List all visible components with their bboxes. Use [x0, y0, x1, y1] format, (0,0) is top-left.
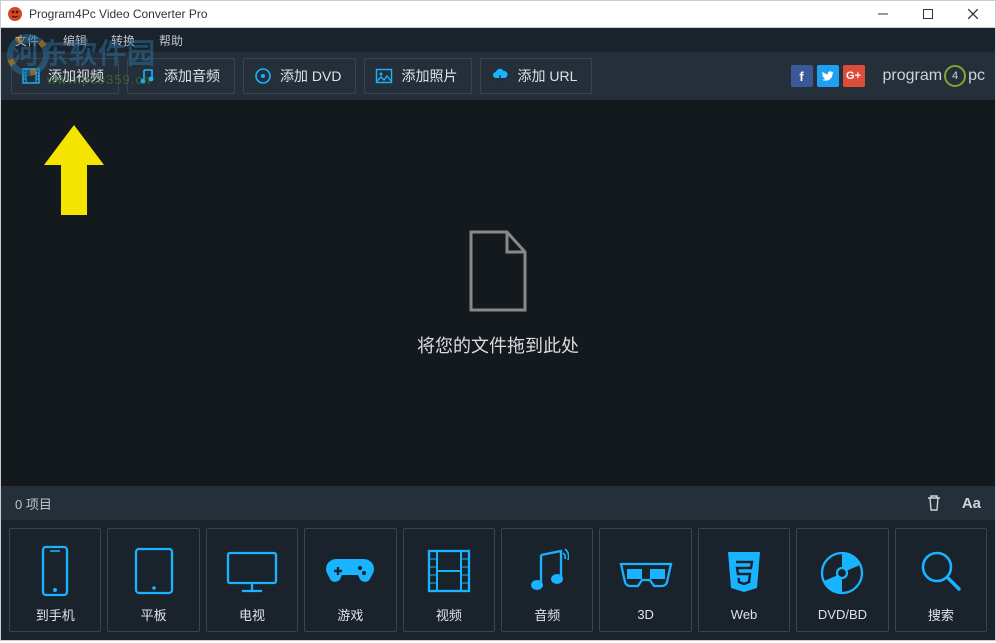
category-tv[interactable]: 电视: [206, 528, 298, 632]
category-3d[interactable]: 3D: [599, 528, 691, 632]
category-label: 3D: [637, 607, 654, 622]
hint-arrow-icon: [39, 120, 109, 225]
film-strip-icon: [425, 541, 473, 601]
category-audio[interactable]: 音频: [501, 528, 593, 632]
category-video[interactable]: 视频: [403, 528, 495, 632]
window-title: Program4Pc Video Converter Pro: [29, 7, 208, 21]
twitter-icon[interactable]: [817, 65, 839, 87]
categories: 到手机 平板 电视 游戏 视频: [1, 520, 995, 640]
google-plus-icon[interactable]: G+: [843, 65, 865, 87]
brand-pre: program: [883, 67, 943, 85]
delete-button[interactable]: [926, 494, 942, 512]
titlebar: Program4Pc Video Converter Pro: [0, 0, 996, 28]
category-tablet[interactable]: 平板: [107, 528, 199, 632]
html5-icon: [722, 543, 766, 603]
tablet-icon: [130, 541, 178, 601]
add-video-label: 添加视频: [48, 66, 104, 86]
category-label: 视频: [436, 605, 462, 624]
app-icon: [7, 6, 23, 22]
add-audio-label: 添加音频: [164, 66, 220, 86]
maximize-button[interactable]: [905, 1, 950, 27]
category-game[interactable]: 游戏: [304, 528, 396, 632]
category-label: Web: [731, 607, 758, 622]
brand-4-icon: 4: [944, 65, 966, 87]
gamepad-icon: [322, 541, 378, 601]
minimize-button[interactable]: [860, 1, 905, 27]
category-label: DVD/BD: [818, 607, 867, 622]
drop-zone-text: 将您的文件拖到此处: [417, 332, 579, 358]
drop-zone[interactable]: 将您的文件拖到此处: [1, 100, 995, 486]
image-icon: [375, 67, 393, 85]
category-label: 游戏: [337, 605, 363, 624]
category-label: 到手机: [36, 605, 75, 624]
category-label: 音频: [534, 605, 560, 624]
menu-edit[interactable]: 编辑: [63, 32, 87, 49]
film-icon: [22, 67, 40, 85]
search-icon: [917, 541, 965, 601]
category-label: 平板: [141, 605, 167, 624]
status-bar: 0 项目 Aa: [1, 486, 995, 520]
category-web[interactable]: Web: [698, 528, 790, 632]
add-photo-button[interactable]: 添加照片: [364, 58, 472, 94]
menu-help[interactable]: 帮助: [159, 32, 183, 49]
social-links: f G+: [791, 65, 865, 87]
category-label: 搜索: [928, 605, 954, 624]
add-dvd-label: 添加 DVD: [280, 66, 341, 86]
toolbar: 添加视频 添加音频 添加 DVD 添加照片 添加 URL: [1, 52, 995, 100]
add-video-button[interactable]: 添加视频: [11, 58, 119, 94]
category-to-phone[interactable]: 到手机: [9, 528, 101, 632]
app-body: 河东软件园 www.pc0359.cn 文件 编辑 转换 帮助 添加视频 添加音…: [0, 28, 996, 641]
menu-file[interactable]: 文件: [15, 32, 39, 49]
add-url-button[interactable]: 添加 URL: [480, 58, 592, 94]
items-count: 0 项目: [15, 494, 52, 513]
category-search[interactable]: 搜索: [895, 528, 987, 632]
music-icon: [525, 541, 569, 601]
disc-icon: [254, 67, 272, 85]
category-dvd-bd[interactable]: DVD/BD: [796, 528, 888, 632]
facebook-icon[interactable]: f: [791, 65, 813, 87]
phone-icon: [37, 541, 73, 601]
menubar: 文件 编辑 转换 帮助: [1, 28, 995, 52]
disc-large-icon: [818, 543, 866, 603]
brand-post: pc: [968, 67, 985, 85]
add-audio-button[interactable]: 添加音频: [127, 58, 235, 94]
tv-icon: [224, 541, 280, 601]
menu-convert[interactable]: 转换: [111, 32, 135, 49]
brand-logo[interactable]: program 4 pc: [883, 65, 985, 87]
file-placeholder-icon: [463, 228, 533, 314]
rename-button[interactable]: Aa: [962, 495, 981, 512]
add-photo-label: 添加照片: [401, 66, 457, 86]
cloud-download-icon: [491, 67, 509, 85]
add-url-label: 添加 URL: [517, 66, 577, 86]
window-controls: [860, 1, 995, 27]
add-dvd-button[interactable]: 添加 DVD: [243, 58, 356, 94]
3d-glasses-icon: [617, 543, 675, 603]
category-label: 电视: [239, 605, 265, 624]
close-button[interactable]: [950, 1, 995, 27]
music-note-icon: [138, 67, 156, 85]
